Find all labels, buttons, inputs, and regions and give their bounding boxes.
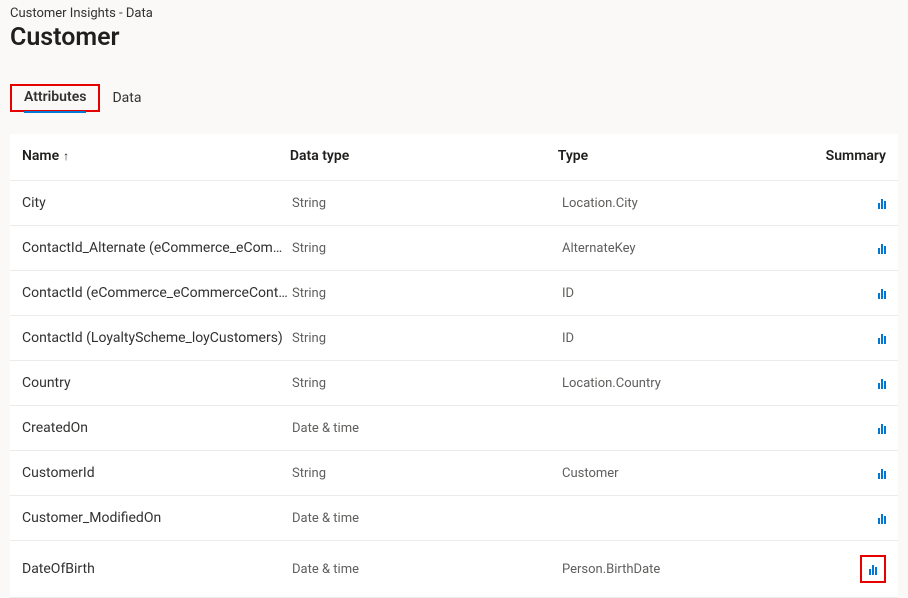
cell-datatype: Date & time bbox=[292, 562, 562, 577]
summary-chart-icon[interactable] bbox=[869, 563, 877, 575]
col-header-summary-label: Summary bbox=[826, 148, 886, 164]
cell-name: CustomerId bbox=[22, 465, 292, 481]
cell-datatype: String bbox=[292, 466, 562, 481]
summary-chart-icon[interactable] bbox=[878, 422, 886, 434]
summary-chart-icon[interactable] bbox=[878, 287, 886, 299]
cell-datatype: String bbox=[292, 286, 562, 301]
cell-type: Location.City bbox=[562, 196, 832, 211]
cell-datatype: String bbox=[292, 331, 562, 346]
tabs: Attributes Data bbox=[10, 84, 898, 112]
summary-chart-icon[interactable] bbox=[878, 332, 886, 344]
highlight-summary-icon bbox=[860, 555, 886, 583]
table-row: Country String Location.Country bbox=[10, 361, 898, 406]
cell-summary bbox=[832, 197, 886, 209]
table-header-row: Name ↑ Data type Type Summary bbox=[10, 134, 898, 181]
table-row: ContactId_Alternate (eCommerce_eCommerce… bbox=[10, 226, 898, 271]
highlight-attributes-tab: Attributes bbox=[10, 84, 100, 112]
cell-datatype: String bbox=[292, 241, 562, 256]
cell-name: ContactId_Alternate (eCommerce_eCommerce… bbox=[22, 240, 292, 256]
cell-type: Location.Country bbox=[562, 376, 832, 391]
col-header-datatype-label: Data type bbox=[290, 148, 349, 164]
summary-chart-icon[interactable] bbox=[878, 197, 886, 209]
cell-datatype: String bbox=[292, 376, 562, 391]
cell-name: DateOfBirth bbox=[22, 561, 292, 577]
summary-chart-icon[interactable] bbox=[878, 512, 886, 524]
cell-type: ID bbox=[562, 286, 832, 301]
summary-chart-icon[interactable] bbox=[878, 377, 886, 389]
cell-summary bbox=[832, 467, 886, 479]
summary-chart-icon[interactable] bbox=[878, 467, 886, 479]
cell-name: ContactId (eCommerce_eCommerceContacts) bbox=[22, 285, 292, 301]
cell-summary bbox=[832, 512, 886, 524]
cell-summary bbox=[832, 332, 886, 344]
col-header-datatype[interactable]: Data type bbox=[290, 148, 558, 164]
cell-summary bbox=[832, 422, 886, 434]
col-header-summary[interactable]: Summary bbox=[826, 148, 886, 164]
col-header-name[interactable]: Name ↑ bbox=[22, 148, 290, 164]
table-row: ContactId (LoyaltyScheme_loyCustomers) S… bbox=[10, 316, 898, 361]
cell-type: AlternateKey bbox=[562, 241, 832, 256]
cell-datatype: Date & time bbox=[292, 421, 562, 436]
cell-type: Person.BirthDate bbox=[562, 562, 832, 577]
col-header-name-label: Name bbox=[22, 148, 59, 164]
table-row: CustomerId String Customer bbox=[10, 451, 898, 496]
cell-summary bbox=[832, 242, 886, 254]
sort-asc-icon: ↑ bbox=[63, 149, 69, 163]
table-row: Customer_ModifiedOn Date & time bbox=[10, 496, 898, 541]
cell-summary bbox=[832, 377, 886, 389]
cell-type: Customer bbox=[562, 466, 832, 481]
cell-name: ContactId (LoyaltyScheme_loyCustomers) bbox=[22, 330, 292, 346]
col-header-type-label: Type bbox=[558, 148, 588, 164]
table-row: City String Location.City bbox=[10, 181, 898, 226]
summary-chart-icon[interactable] bbox=[878, 242, 886, 254]
table-body: City String Location.City ContactId_Alte… bbox=[10, 181, 898, 598]
table-row: CreatedOn Date & time bbox=[10, 406, 898, 451]
cell-name: City bbox=[22, 195, 292, 211]
cell-type: ID bbox=[562, 331, 832, 346]
page-title: Customer bbox=[10, 23, 898, 52]
cell-name: CreatedOn bbox=[22, 420, 292, 436]
cell-summary bbox=[832, 555, 886, 583]
cell-datatype: Date & time bbox=[292, 511, 562, 526]
attributes-table: Name ↑ Data type Type Summary City Strin… bbox=[10, 134, 898, 598]
cell-name: Country bbox=[22, 375, 292, 391]
table-row: DateOfBirth Date & time Person.BirthDate bbox=[10, 541, 898, 598]
col-header-type[interactable]: Type bbox=[558, 148, 826, 164]
tab-attributes[interactable]: Attributes bbox=[12, 83, 98, 111]
cell-name: Customer_ModifiedOn bbox=[22, 510, 292, 526]
cell-summary bbox=[832, 287, 886, 299]
breadcrumb: Customer Insights - Data bbox=[10, 6, 898, 21]
table-row: ContactId (eCommerce_eCommerceContacts) … bbox=[10, 271, 898, 316]
cell-datatype: String bbox=[292, 196, 562, 211]
tab-data[interactable]: Data bbox=[100, 84, 153, 112]
